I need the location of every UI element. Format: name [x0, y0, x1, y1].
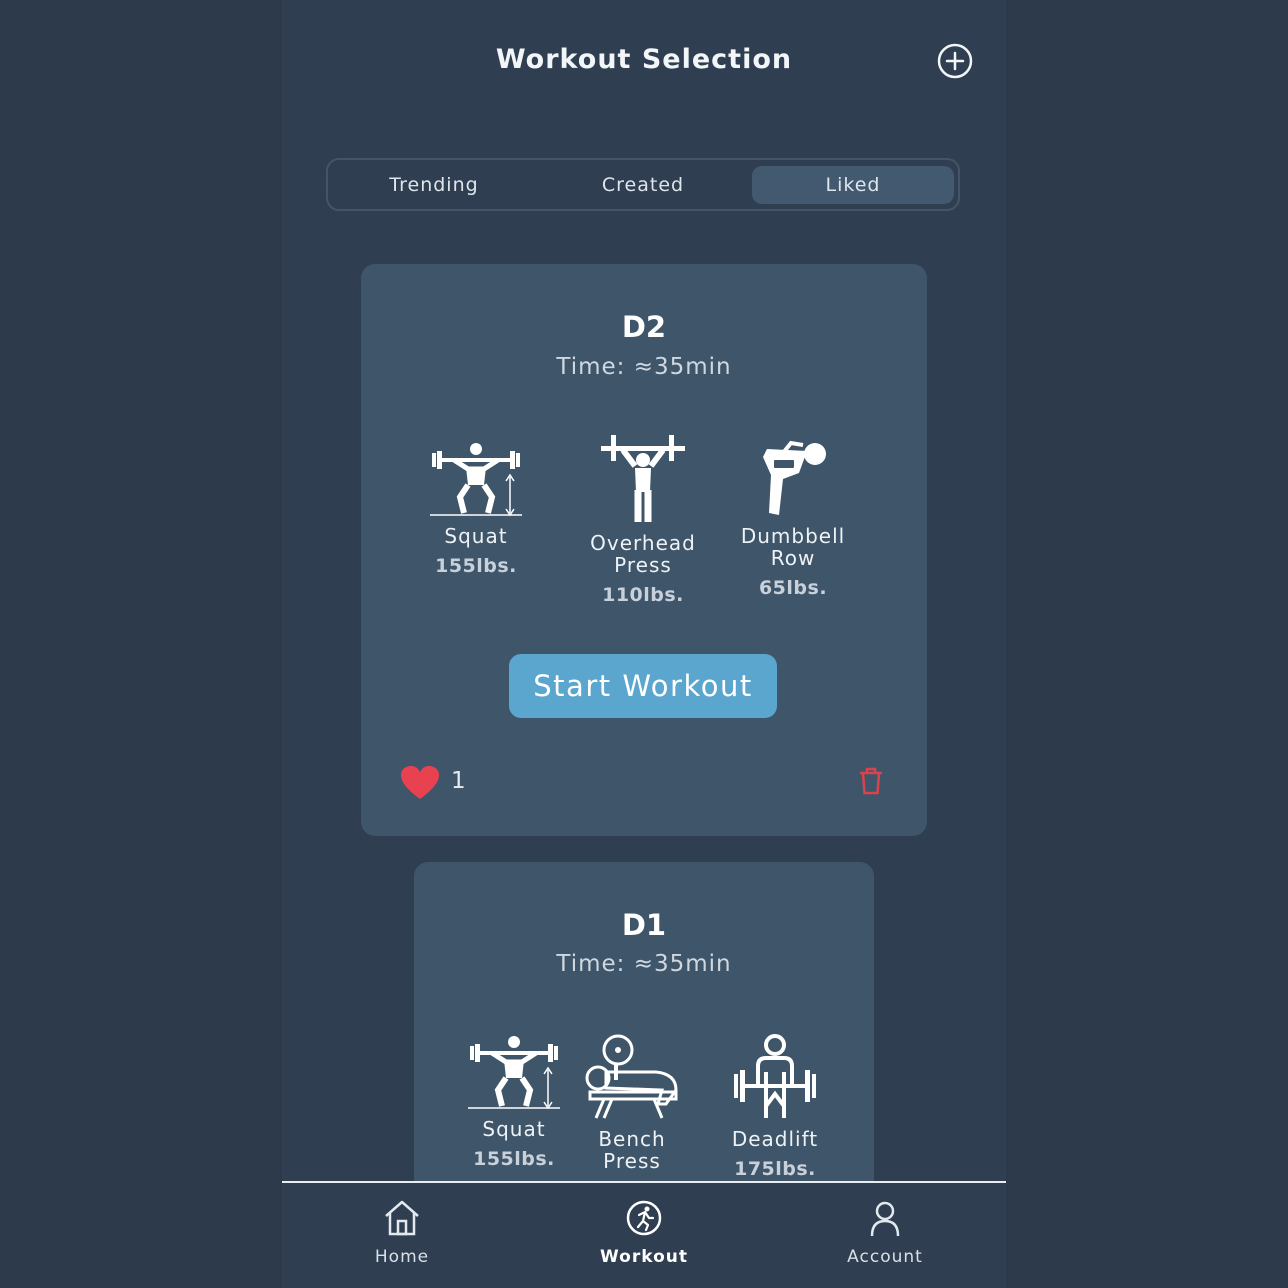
exercise-name: Deadlift: [731, 1127, 819, 1151]
tab-workout-label: Workout: [600, 1247, 688, 1267]
exercise-weight: 155lbs.: [435, 555, 517, 577]
start-workout-button[interactable]: Start Workout: [509, 654, 777, 718]
delete-button[interactable]: [859, 767, 883, 799]
exercise-item: Bench Press: [557, 1032, 707, 1180]
tab-created[interactable]: Created: [543, 166, 743, 204]
like-button[interactable]: [401, 766, 439, 804]
bench-press-icon: [585, 1034, 678, 1119]
workout-title: D2: [621, 310, 667, 344]
app-screen: Workout Selection Trending Created Liked…: [282, 0, 1006, 1288]
account-icon: [870, 1201, 900, 1237]
tab-liked[interactable]: Liked: [752, 166, 954, 204]
workout-time: Time: ≈35min: [556, 354, 732, 380]
tab-account[interactable]: Account: [810, 1199, 960, 1267]
exercise-item: Deadlift 175lbs.: [700, 1032, 850, 1180]
workout-title: D1: [621, 908, 667, 942]
tab-home[interactable]: Home: [327, 1199, 477, 1267]
tab-account-label: Account: [847, 1247, 923, 1267]
tab-workout[interactable]: Workout: [569, 1199, 719, 1267]
workout-time: Time: ≈35min: [556, 951, 732, 977]
exercise-weight: 110lbs.: [602, 584, 684, 606]
home-icon: [385, 1200, 419, 1236]
workout-card: D2 Time: ≈35min Squat 155lbs. Overhead P…: [361, 264, 927, 836]
like-count: 1: [451, 768, 466, 794]
overhead-press-icon: [601, 435, 685, 522]
deadlift-icon: [734, 1034, 816, 1118]
tab-home-label: Home: [374, 1247, 430, 1267]
exercise-item: Overhead Press 110lbs.: [568, 432, 718, 606]
exercise-name: Bench Press: [598, 1127, 666, 1173]
workout-icon: [626, 1200, 662, 1236]
exercise-name: Overhead Press: [590, 531, 696, 577]
squat-icon: [468, 1036, 560, 1110]
bottom-tab-bar: Home Workout Account: [282, 1181, 1006, 1288]
add-workout-button[interactable]: [937, 43, 973, 79]
exercise-name: Dumbbell Row: [740, 524, 846, 570]
tab-trending[interactable]: Trending: [334, 166, 534, 204]
page-title: Workout Selection: [495, 44, 793, 75]
exercise-weight: 65lbs.: [758, 577, 828, 599]
exercise-name: Squat: [444, 524, 508, 548]
dumbbell-row-icon: [763, 440, 826, 515]
exercise-weight: 175lbs.: [734, 1158, 816, 1180]
workout-card: D1 Time: ≈35min Squat 155lbs. Bench Pres…: [414, 862, 874, 1222]
trash-icon: [860, 767, 882, 795]
heart-icon: [401, 766, 439, 799]
squat-icon: [430, 443, 522, 517]
exercise-item: Dumbbell Row 65lbs.: [718, 439, 868, 599]
segmented-control: Trending Created Liked: [326, 158, 960, 211]
plus-circle-icon: [937, 43, 973, 79]
exercise-item: Squat 155lbs.: [401, 439, 551, 577]
